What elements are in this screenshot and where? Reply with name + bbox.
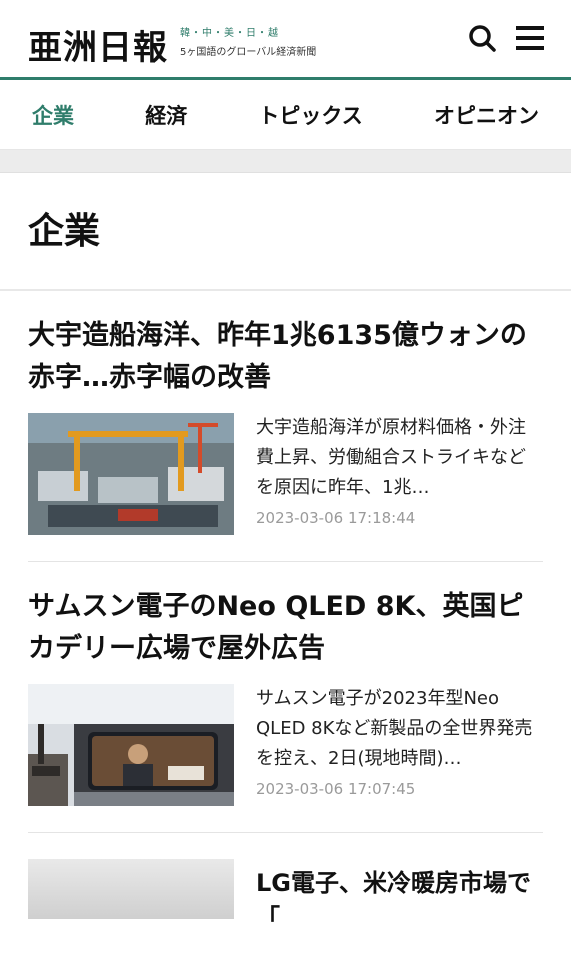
search-icon[interactable] [464,20,500,56]
nav-tab-economy[interactable]: 経済 [145,100,187,130]
nav-tab-opinion[interactable]: オピニオン [434,100,539,130]
article-headline[interactable]: LG電子、米冷暖房市場で「 [256,859,543,933]
article-item: LG電子、米冷暖房市場で「 [28,833,543,959]
tagline-languages: 韓・中・美・日・越 [180,28,279,39]
tagline-description: 5ヶ国語のグローバル経済新聞 [180,47,317,58]
article-item: サムスン電子のNeo QLED 8K、英国ピカデリー広場で屋外広告 サムスン電子… [28,562,543,833]
nav-tab-topics[interactable]: トピックス [258,100,362,130]
site-logo[interactable]: 亜洲日報 [28,20,168,69]
site-header: 亜洲日報 韓・中・美・日・越 5ヶ国語のグローバル経済新聞 [0,0,571,80]
article-list: 大宇造船海洋、昨年1兆6135億ウォンの赤字…赤字幅の改善 大宇造船海洋が原材料… [0,291,571,959]
article-date: 2023-03-06 17:18:44 [256,509,416,527]
article-item: 大宇造船海洋、昨年1兆6135億ウォンの赤字…赤字幅の改善 大宇造船海洋が原材料… [28,291,543,562]
article-summary: 大宇造船海洋が原材料価格・外注費上昇、労働組合ストライキなどを原因に昨年、1兆… [256,417,526,498]
section-title: 企業 [0,173,571,291]
section-divider [0,150,571,173]
site-tagline: 韓・中・美・日・越 5ヶ国語のグローバル経済新聞 [180,24,316,58]
article-headline[interactable]: サムスン電子のNeo QLED 8K、英国ピカデリー広場で屋外広告 [28,586,543,670]
hamburger-menu-icon[interactable] [512,20,548,56]
article-headline[interactable]: 大宇造船海洋、昨年1兆6135億ウォンの赤字…赤字幅の改善 [28,315,543,399]
article-date: 2023-03-06 17:07:45 [256,780,416,798]
article-thumbnail-shipyard[interactable] [28,413,234,535]
article-thumbnail-partial[interactable] [28,859,234,919]
article-thumbnail-piccadilly[interactable] [28,684,234,806]
article-summary: サムスン電子が2023年型Neo QLED 8Kなど新製品の全世界発売を控え、2… [256,688,533,769]
category-nav: 企業 経済 トピックス オピニオン [0,80,571,150]
nav-tab-enterprise[interactable]: 企業 [32,100,74,130]
